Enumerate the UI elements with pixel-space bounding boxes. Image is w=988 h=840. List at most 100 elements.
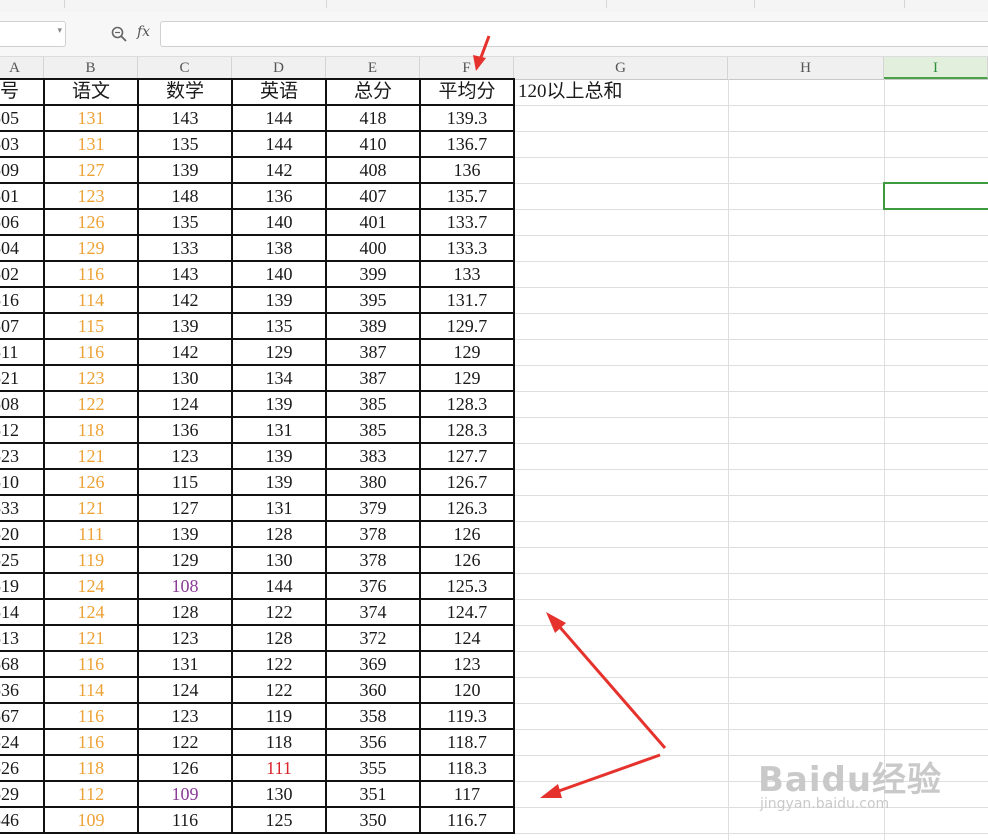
cell-yuwen[interactable]: 131 [44, 105, 138, 131]
cell-student-id[interactable]: 523 [0, 443, 44, 469]
cell-yingyu[interactable]: 131 [232, 417, 326, 443]
cell-yuwen[interactable]: 114 [44, 677, 138, 703]
column-header-c[interactable]: C [138, 57, 232, 79]
cell-student-id[interactable]: 514 [0, 599, 44, 625]
cell-shuxue[interactable]: 139 [138, 157, 232, 183]
cell-zongfen[interactable]: 418 [326, 105, 420, 131]
cell-student-id[interactable]: 504 [0, 235, 44, 261]
cell-shuxue[interactable]: 139 [138, 521, 232, 547]
cell-yuwen[interactable]: 121 [44, 495, 138, 521]
cell-student-id[interactable]: 503 [0, 131, 44, 157]
cell-pingjun[interactable]: 133 [420, 261, 514, 287]
cell-shuxue[interactable]: 122 [138, 729, 232, 755]
cell-shuxue[interactable]: 116 [138, 807, 232, 833]
cell-shuxue[interactable]: 143 [138, 261, 232, 287]
cell-student-id[interactable]: 519 [0, 573, 44, 599]
cell-zongfen[interactable]: 410 [326, 131, 420, 157]
cell-yingyu[interactable]: 135 [232, 313, 326, 339]
cell-yuwen[interactable]: 116 [44, 339, 138, 365]
cell-pingjun[interactable]: 124 [420, 625, 514, 651]
cell-zongfen[interactable]: 376 [326, 573, 420, 599]
cell-yuwen[interactable]: 124 [44, 599, 138, 625]
cell-yuwen[interactable]: 123 [44, 365, 138, 391]
cell-pingjun[interactable]: 133.7 [420, 209, 514, 235]
cell-yuwen[interactable]: 123 [44, 183, 138, 209]
cell-pingjun[interactable]: 131.7 [420, 287, 514, 313]
cell-yuwen[interactable]: 115 [44, 313, 138, 339]
cell-student-id[interactable]: 521 [0, 365, 44, 391]
cell-shuxue[interactable]: 129 [138, 547, 232, 573]
cell-pingjun[interactable]: 120 [420, 677, 514, 703]
cell-pingjun[interactable]: 129.7 [420, 313, 514, 339]
cell-yingyu[interactable]: 140 [232, 261, 326, 287]
cell-shuxue[interactable]: 131 [138, 651, 232, 677]
column-header-d[interactable]: D [232, 57, 326, 79]
cell-shuxue[interactable]: 123 [138, 443, 232, 469]
column-header-f[interactable]: F [420, 57, 514, 79]
cell-yingyu[interactable]: 111 [232, 755, 326, 781]
cell-yingyu[interactable]: 122 [232, 651, 326, 677]
cell-student-id[interactable]: 511 [0, 339, 44, 365]
cell-yingyu[interactable]: 118 [232, 729, 326, 755]
cell-shuxue[interactable]: 109 [138, 781, 232, 807]
cell-pingjun[interactable]: 136 [420, 157, 514, 183]
cell-yuwen[interactable]: 126 [44, 469, 138, 495]
cell-shuxue[interactable]: 108 [138, 573, 232, 599]
cell-shuxue[interactable]: 124 [138, 677, 232, 703]
header-cell-pingjun[interactable]: 平均分 [420, 79, 514, 105]
cell-pingjun[interactable]: 118.7 [420, 729, 514, 755]
cell-zongfen[interactable]: 374 [326, 599, 420, 625]
cell-zongfen[interactable]: 395 [326, 287, 420, 313]
cell-shuxue[interactable]: 126 [138, 755, 232, 781]
cell-student-id[interactable]: 510 [0, 469, 44, 495]
cell-yuwen[interactable]: 111 [44, 521, 138, 547]
cell-yuwen[interactable]: 118 [44, 417, 138, 443]
cell-pingjun[interactable]: 127.7 [420, 443, 514, 469]
cell-zongfen[interactable]: 399 [326, 261, 420, 287]
cell-student-id[interactable]: 501 [0, 183, 44, 209]
cell-pingjun[interactable]: 125.3 [420, 573, 514, 599]
cell-zongfen[interactable]: 387 [326, 365, 420, 391]
cell-yingyu[interactable]: 142 [232, 157, 326, 183]
cell-pingjun[interactable]: 124.7 [420, 599, 514, 625]
cell-zongfen[interactable]: 380 [326, 469, 420, 495]
cell-shuxue[interactable]: 142 [138, 339, 232, 365]
cell-shuxue[interactable]: 135 [138, 131, 232, 157]
column-header-e[interactable]: E [326, 57, 420, 79]
cell-yuwen[interactable]: 131 [44, 131, 138, 157]
cell-yuwen[interactable]: 129 [44, 235, 138, 261]
cell-yingyu[interactable]: 144 [232, 131, 326, 157]
cell-yuwen[interactable]: 119 [44, 547, 138, 573]
cell-zongfen[interactable]: 372 [326, 625, 420, 651]
cell-pingjun[interactable]: 126 [420, 547, 514, 573]
cell-yingyu[interactable]: 119 [232, 703, 326, 729]
chevron-down-icon[interactable]: ▾ [57, 26, 62, 36]
cell-zongfen[interactable]: 383 [326, 443, 420, 469]
name-box[interactable]: ▾ [0, 21, 66, 47]
cell-shuxue[interactable]: 128 [138, 599, 232, 625]
cell-pingjun[interactable]: 128.3 [420, 391, 514, 417]
cell-zongfen[interactable]: 387 [326, 339, 420, 365]
cell-student-id[interactable]: 507 [0, 313, 44, 339]
header-cell-shuxue[interactable]: 数学 [138, 79, 232, 105]
cell-shuxue[interactable]: 139 [138, 313, 232, 339]
header-cell-yingyu[interactable]: 英语 [232, 79, 326, 105]
cell-student-id[interactable]: 568 [0, 651, 44, 677]
cell-yingyu[interactable]: 134 [232, 365, 326, 391]
cell-yuwen[interactable]: 124 [44, 573, 138, 599]
cell-student-id[interactable]: 533 [0, 495, 44, 521]
cell-pingjun[interactable]: 129 [420, 339, 514, 365]
selected-cell[interactable] [883, 182, 988, 210]
cell-zongfen[interactable]: 408 [326, 157, 420, 183]
cell-student-id[interactable]: 506 [0, 209, 44, 235]
cell-shuxue[interactable]: 135 [138, 209, 232, 235]
zoom-icon[interactable] [110, 25, 128, 43]
cell-yuwen[interactable]: 121 [44, 625, 138, 651]
header-cell-120-sum[interactable]: 120以上总和 [514, 79, 728, 105]
cell-zongfen[interactable]: 378 [326, 521, 420, 547]
cell-student-id[interactable]: 505 [0, 105, 44, 131]
cell-student-id[interactable]: 546 [0, 807, 44, 833]
cell-pingjun[interactable]: 116.7 [420, 807, 514, 833]
cell-pingjun[interactable]: 135.7 [420, 183, 514, 209]
cell-pingjun[interactable]: 126.3 [420, 495, 514, 521]
